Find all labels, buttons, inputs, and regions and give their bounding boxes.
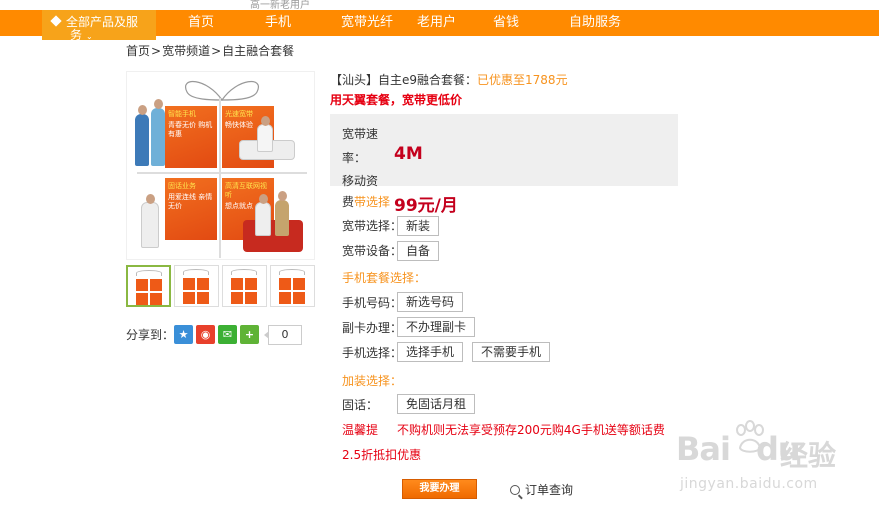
broadband-device-label: 宽带设备： — [342, 244, 403, 258]
nav-self-service[interactable]: 自助服务 — [569, 10, 621, 36]
notice-label: 温馨提 — [342, 423, 379, 437]
broadband-device-own-option[interactable]: 自备 — [397, 241, 440, 261]
product-slogan: 用天翼套餐，宽带更低价 — [330, 93, 463, 107]
thumbnail-strip — [126, 265, 315, 307]
tile-landline: 固话业务 用爱连线 亲情无价 — [165, 178, 217, 240]
all-products-label: 全部产品及服 — [66, 15, 139, 29]
person-figure — [141, 194, 159, 248]
ribbon-line — [219, 98, 221, 258]
qzone-icon[interactable]: ★ — [174, 325, 193, 344]
spec-box: 宽带速 率： 4M 移动资 — [330, 114, 678, 188]
tile-text: 畅快体验 — [225, 121, 253, 129]
watermark-cn: 经验 — [780, 439, 837, 472]
thumbnail-3[interactable] — [222, 265, 267, 307]
order-query-link[interactable]: 订单查询 — [510, 481, 573, 498]
sub-card-label: 副卡办理： — [342, 321, 403, 335]
notice-text: 不购机则无法享受预存200元购4G手机送等额话费 — [397, 423, 665, 437]
breadcrumb-separator: > — [211, 44, 222, 58]
share-bar: 分享到： — [126, 324, 174, 346]
nav-home[interactable]: 首页 — [188, 10, 214, 36]
tile-title: 智能手机 — [168, 110, 196, 118]
main-nav: 全部产品及服 务 ⌄ 首页 手机 宽带光纤 老用户 省钱 自助服务 — [0, 10, 879, 40]
share-count: 0 — [264, 325, 302, 345]
nav-phone[interactable]: 手机 — [265, 10, 291, 36]
gift-ribbon-icon — [185, 80, 259, 101]
speed-label-2: 率： — [342, 151, 367, 165]
price-label-fee: 费 — [342, 195, 355, 209]
product-title-text: 【汕头】自主e9融合套餐： — [330, 73, 478, 87]
tile-smartphone: 智能手机 青春无价 购机有惠 — [165, 106, 217, 168]
landline-free-rent-option[interactable]: 免固话月租 — [397, 394, 476, 414]
nav-save-money[interactable]: 省钱 — [493, 10, 519, 36]
thumbnail-1[interactable] — [126, 265, 171, 307]
chevron-down-icon: ⌄ — [86, 32, 93, 40]
all-products-label-2: 务 — [70, 28, 83, 41]
order-submit-button[interactable]: 我要办理 — [402, 479, 477, 499]
new-number-option[interactable]: 新选号码 — [397, 292, 464, 312]
person-figure — [255, 194, 271, 236]
person-figure — [135, 105, 149, 166]
phone-package-section-label: 手机套餐选择： — [342, 271, 427, 285]
landline-label: 固话： — [342, 398, 379, 412]
tile-text: 用爱连线 亲情无价 — [168, 193, 213, 210]
addon-section-label: 加装选择： — [342, 374, 403, 388]
broadband-new-install-option[interactable]: 新装 — [397, 216, 440, 236]
breadcrumb-separator: > — [151, 44, 162, 58]
breadcrumb-current: 自主融合套餐 — [222, 44, 295, 58]
broadband-choice-label: 宽带选择： — [342, 219, 403, 233]
mobile-fee-label: 移动资 — [342, 174, 379, 188]
product-promo-price: 已优惠至1788元 — [477, 73, 568, 87]
tile-text: 想点就点 — [225, 202, 253, 210]
search-icon — [510, 485, 520, 495]
nav-broadband[interactable]: 宽带光纤 — [341, 10, 393, 36]
weibo-icon[interactable]: ◉ — [196, 325, 215, 344]
person-figure — [257, 116, 273, 152]
person-figure — [275, 191, 289, 236]
speed-label: 宽带速 — [342, 127, 379, 141]
more-share-icon[interactable]: + — [240, 325, 259, 344]
ribbon-line — [137, 172, 307, 174]
paw-icon — [736, 420, 764, 453]
breadcrumb-broadband-channel[interactable]: 宽带频道 — [162, 44, 210, 58]
phone-choice-label: 手机选择： — [342, 346, 403, 360]
price-label-choice: 带选择 — [354, 195, 391, 209]
baidu-jingyan-watermark: Bai du 经验 jingyan.baidu.com — [676, 420, 856, 500]
product-title: 【汕头】自主e9融合套餐：已优惠至1788元 — [330, 71, 568, 88]
breadcrumb-home[interactable]: 首页 — [126, 44, 150, 58]
nav-existing-users[interactable]: 老用户 — [417, 10, 456, 36]
wechat-icon[interactable]: ✉ — [218, 325, 237, 344]
no-sub-card-option[interactable]: 不办理副卡 — [397, 317, 476, 337]
notice-text-2: 2.5折抵扣优惠 — [342, 448, 422, 462]
tile-title: 固话业务 — [168, 182, 196, 190]
share-label: 分享到： — [126, 328, 175, 342]
breadcrumb: 首页>宽带频道>自主融合套餐 — [126, 42, 294, 59]
choose-phone-option[interactable]: 选择手机 — [397, 342, 464, 362]
price-label: 费带选择 — [342, 193, 390, 210]
speed-value: 4M — [394, 144, 423, 164]
diamond-icon — [50, 15, 62, 27]
phone-number-label: 手机号码： — [342, 296, 403, 310]
order-query-label: 订单查询 — [525, 483, 574, 497]
watermark-url: jingyan.baidu.com — [680, 476, 818, 492]
thumbnail-4[interactable] — [270, 265, 315, 307]
notice-line: 温馨提 不购机则无法享受预存200元购4G手机送等额话费 — [342, 421, 665, 438]
tile-text: 青春无价 购机有惠 — [168, 121, 213, 138]
no-phone-option[interactable]: 不需要手机 — [472, 342, 551, 362]
all-products-menu[interactable]: 全部产品及服 务 ⌄ — [42, 10, 156, 40]
thumbnail-2[interactable] — [174, 265, 219, 307]
person-figure — [151, 99, 165, 166]
product-main-image[interactable]: 智能手机 青春无价 购机有惠 光速宽带 畅快体验 固话业务 用爱连线 亲情无价 … — [126, 71, 315, 260]
sofa — [243, 220, 303, 252]
monthly-price: 99元/月 — [394, 196, 458, 216]
